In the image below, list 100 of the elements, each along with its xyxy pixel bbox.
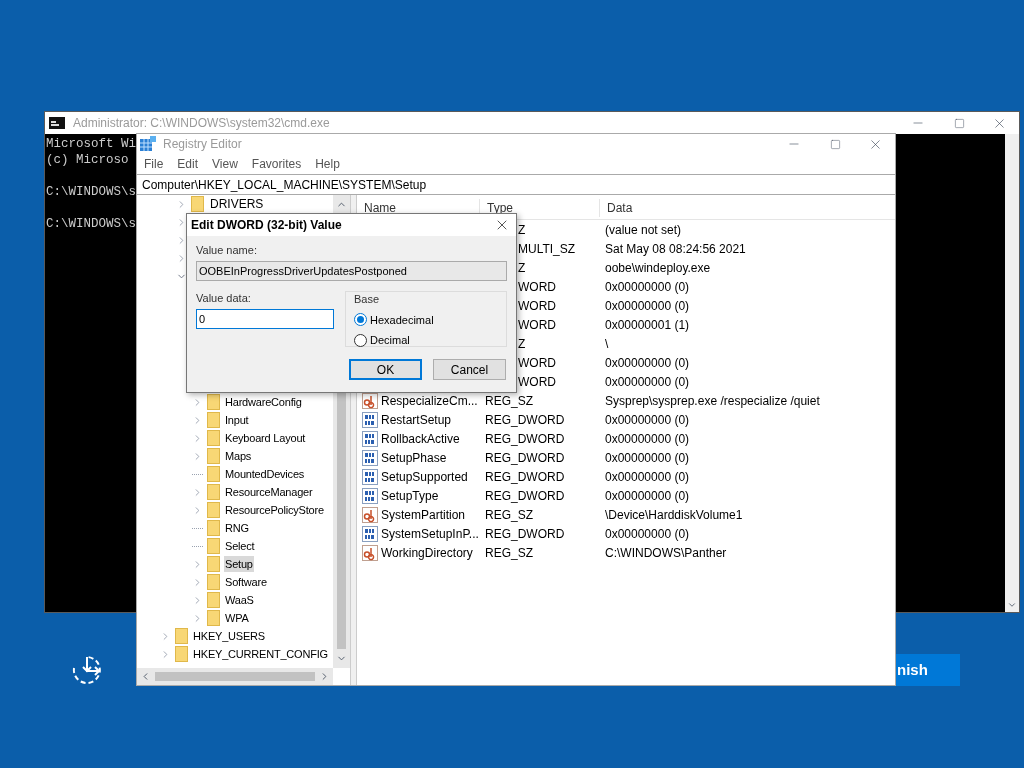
menu-item[interactable]: View (212, 155, 238, 173)
string-value-icon (362, 392, 378, 409)
tree-item[interactable]: ResourcePolicyStore (224, 501, 325, 519)
scroll-thumb[interactable] (155, 672, 315, 681)
value-data-field[interactable]: 0 (196, 309, 334, 329)
value-type: WORD (518, 279, 556, 294)
value-name[interactable]: SetupSupported (381, 467, 468, 486)
value-name-field[interactable]: OOBEInProgressDriverUpdatesPostponed (196, 261, 507, 281)
value-data: Sat May 08 08:24:56 2021 (605, 241, 746, 256)
value-data: C:\WINDOWS\Panther (605, 545, 727, 560)
binary-value-icon (362, 487, 378, 504)
value-data: 0x00000001 (1) (605, 317, 690, 332)
binary-value-icon (362, 411, 378, 428)
accessibility-icon[interactable] (70, 654, 104, 686)
value-data: 0x00000000 (0) (605, 431, 690, 446)
tree-item[interactable]: Input (224, 411, 250, 429)
tree-item[interactable]: WaaS (224, 591, 255, 609)
folder-icon (207, 556, 220, 572)
value-data: (value not set) (605, 222, 682, 237)
radio-label[interactable]: Decimal (370, 332, 410, 349)
dialog-title: Edit DWORD (32-bit) Value (191, 217, 342, 234)
scrollbar[interactable] (1005, 134, 1019, 612)
tree-item[interactable]: HardwareConfig (224, 393, 303, 411)
value-type: REG_SZ (485, 393, 533, 408)
folder-icon (207, 538, 220, 554)
value-name[interactable]: SystemPartition (381, 505, 466, 524)
binary-value-icon (362, 525, 378, 542)
value-data: 0x00000000 (0) (605, 450, 690, 465)
menu-item[interactable]: Edit (177, 155, 199, 173)
menu-item[interactable]: Favorites (251, 155, 302, 173)
dialog-button[interactable]: Cancel (433, 359, 506, 380)
maximize-icon[interactable] (954, 117, 965, 129)
horizontal-scrollbar[interactable] (137, 668, 333, 685)
tree-item[interactable]: Maps (224, 447, 253, 465)
registry-icon (140, 136, 156, 152)
value-type: REG_DWORD (485, 431, 565, 446)
folder-icon (207, 412, 220, 428)
value-data: 0x00000000 (0) (605, 355, 690, 370)
value-type: WORD (518, 355, 556, 370)
tree-item[interactable]: HKEY_USERS (192, 627, 266, 645)
tree-item[interactable]: ResourceManager (224, 483, 314, 501)
tree-item[interactable]: DRIVERS (208, 195, 266, 213)
folder-icon (207, 574, 220, 590)
binary-value-icon (362, 468, 378, 485)
value-name[interactable]: SystemSetupInP... (381, 524, 479, 543)
radio-label[interactable]: Hexadecimal (370, 311, 434, 328)
folder-icon (207, 430, 220, 446)
value-name[interactable]: RestartSetup (381, 410, 452, 429)
column-header[interactable]: Data (599, 199, 895, 217)
radio-button[interactable] (354, 313, 367, 327)
value-name[interactable]: RollbackActive (381, 429, 460, 448)
console-icon (49, 117, 65, 129)
value-type: WORD (518, 317, 556, 332)
value-data: oobe\windeploy.exe (605, 260, 711, 275)
string-value-icon (362, 506, 378, 523)
value-type: Z (518, 222, 526, 237)
value-data: 0x00000000 (0) (605, 298, 690, 313)
value-type: Z (518, 336, 526, 351)
folder-icon (207, 592, 220, 608)
value-type: WORD (518, 298, 556, 313)
tree-item[interactable]: Software (224, 573, 268, 591)
value-type: REG_DWORD (485, 488, 565, 503)
value-name[interactable]: RespecializeCm... (381, 391, 478, 410)
value-data: 0x00000000 (0) (605, 374, 690, 389)
tree-item[interactable]: HKEY_CURRENT_CONFIG (192, 645, 329, 663)
tree-item[interactable]: Setup (224, 555, 254, 573)
menu-item[interactable]: Help (315, 155, 340, 173)
value-type: REG_DWORD (485, 450, 565, 465)
maximize-icon[interactable] (830, 138, 841, 150)
menu-item[interactable]: File (144, 155, 164, 173)
address-bar[interactable]: Computer\HKEY_LOCAL_MACHINE\SYSTEM\Setup (137, 174, 895, 195)
window-title: Administrator: C:\WINDOWS\system32\cmd.exe (73, 115, 331, 132)
console-line: Microsoft Wi (46, 136, 136, 152)
binary-value-icon (362, 430, 378, 447)
column-header[interactable]: Name (357, 199, 479, 217)
value-name[interactable]: SetupType (381, 486, 439, 505)
tree-item[interactable]: Select (224, 537, 256, 555)
tree-item[interactable]: Keyboard Layout (224, 429, 307, 447)
console-line: C:\WINDOWS\s (46, 184, 136, 200)
value-type: Z (518, 260, 526, 275)
value-name[interactable]: SetupPhase (381, 448, 447, 467)
dialog-button[interactable]: OK (349, 359, 422, 380)
tree-item[interactable]: RNG (224, 519, 250, 537)
binary-value-icon (362, 449, 378, 466)
scroll-down-icon[interactable] (1007, 600, 1017, 610)
folder-icon (175, 646, 188, 662)
tree-item[interactable]: WPA (224, 609, 250, 627)
folder-icon (191, 196, 204, 212)
value-name[interactable]: WorkingDirectory (381, 543, 473, 562)
value-type: REG_DWORD (485, 469, 565, 484)
value-data: \Device\HarddiskVolume1 (605, 507, 743, 522)
value-data: 0x00000000 (0) (605, 469, 690, 484)
value-type: REG_DWORD (485, 412, 565, 427)
tree-item[interactable]: MountedDevices (224, 465, 306, 483)
value-type: MULTI_SZ (518, 241, 576, 256)
field-label: Value name: (196, 243, 258, 257)
group-label: Base (354, 292, 380, 307)
value-data: 0x00000000 (0) (605, 526, 690, 541)
finish-button[interactable]: nish (896, 654, 960, 686)
radio-button[interactable] (354, 333, 367, 347)
